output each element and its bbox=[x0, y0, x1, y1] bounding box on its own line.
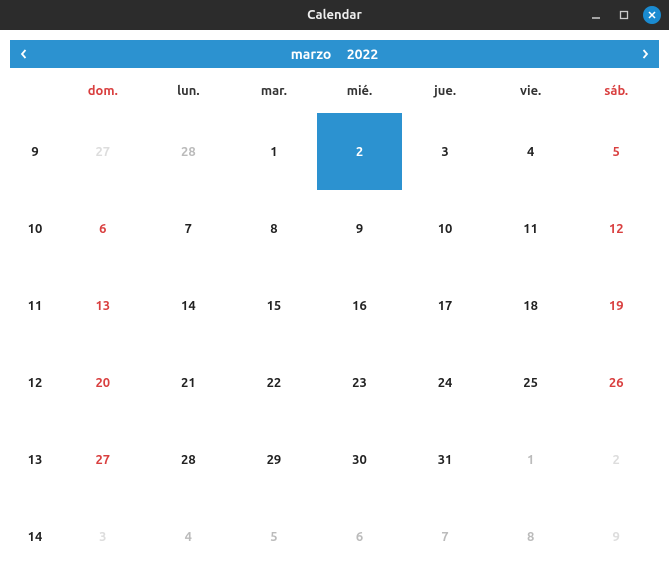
day-cell[interactable]: 8 bbox=[488, 498, 574, 575]
day-cell[interactable]: 29 bbox=[231, 421, 317, 498]
window-controls bbox=[587, 6, 669, 24]
maximize-button[interactable] bbox=[615, 6, 633, 24]
day-cell[interactable]: 9 bbox=[317, 190, 403, 267]
month-navigation-bar: marzo 2022 bbox=[10, 40, 659, 68]
day-cell[interactable]: 21 bbox=[146, 344, 232, 421]
titlebar: Calendar bbox=[0, 0, 669, 30]
window-title: Calendar bbox=[0, 8, 669, 22]
day-cell[interactable]: 10 bbox=[402, 190, 488, 267]
day-cell[interactable]: 3 bbox=[402, 113, 488, 190]
day-cell[interactable]: 26 bbox=[573, 344, 659, 421]
day-cell[interactable]: 7 bbox=[146, 190, 232, 267]
day-cell[interactable]: 15 bbox=[231, 267, 317, 344]
close-button[interactable] bbox=[643, 6, 661, 24]
day-cell[interactable]: 13 bbox=[60, 267, 146, 344]
day-cell[interactable]: 9 bbox=[573, 498, 659, 575]
day-cell[interactable]: 28 bbox=[146, 113, 232, 190]
calendar-content: marzo 2022 dom.lun.mar.mié.jue.vie.sáb.9… bbox=[0, 30, 669, 585]
week-number: 10 bbox=[10, 190, 60, 267]
year-number: 2022 bbox=[347, 46, 379, 62]
day-cell[interactable]: 1 bbox=[231, 113, 317, 190]
dow-header: mar. bbox=[231, 68, 317, 113]
day-cell[interactable]: 16 bbox=[317, 267, 403, 344]
day-cell[interactable]: 30 bbox=[317, 421, 403, 498]
day-cell[interactable]: 3 bbox=[60, 498, 146, 575]
day-cell[interactable]: 7 bbox=[402, 498, 488, 575]
week-number: 9 bbox=[10, 113, 60, 190]
dow-header: sáb. bbox=[573, 68, 659, 113]
calendar-grid: dom.lun.mar.mié.jue.vie.sáb.927281234510… bbox=[10, 68, 659, 575]
dow-header: jue. bbox=[402, 68, 488, 113]
day-cell[interactable]: 2 bbox=[573, 421, 659, 498]
day-cell[interactable]: 27 bbox=[60, 113, 146, 190]
month-year-label: marzo 2022 bbox=[10, 46, 659, 62]
day-cell[interactable]: 12 bbox=[573, 190, 659, 267]
grid-corner bbox=[10, 68, 60, 113]
minimize-button[interactable] bbox=[587, 6, 605, 24]
week-number: 13 bbox=[10, 421, 60, 498]
day-cell[interactable]: 5 bbox=[573, 113, 659, 190]
day-cell[interactable]: 27 bbox=[60, 421, 146, 498]
day-cell[interactable]: 6 bbox=[317, 498, 403, 575]
day-cell[interactable]: 6 bbox=[60, 190, 146, 267]
calendar-window: Calendar marzo 2022 bbox=[0, 0, 669, 585]
day-cell[interactable]: 31 bbox=[402, 421, 488, 498]
week-number: 14 bbox=[10, 498, 60, 575]
day-cell[interactable]: 4 bbox=[146, 498, 232, 575]
day-cell[interactable]: 14 bbox=[146, 267, 232, 344]
day-cell[interactable]: 2 bbox=[317, 113, 403, 190]
week-number: 12 bbox=[10, 344, 60, 421]
day-cell[interactable]: 17 bbox=[402, 267, 488, 344]
chevron-left-icon bbox=[19, 49, 29, 59]
month-name: marzo bbox=[291, 46, 332, 62]
day-cell[interactable]: 22 bbox=[231, 344, 317, 421]
day-cell[interactable]: 8 bbox=[231, 190, 317, 267]
dow-header: vie. bbox=[488, 68, 574, 113]
day-cell[interactable]: 1 bbox=[488, 421, 574, 498]
next-month-button[interactable] bbox=[631, 46, 659, 62]
day-cell[interactable]: 5 bbox=[231, 498, 317, 575]
day-cell[interactable]: 25 bbox=[488, 344, 574, 421]
chevron-right-icon bbox=[640, 49, 650, 59]
day-cell[interactable]: 11 bbox=[488, 190, 574, 267]
day-cell[interactable]: 23 bbox=[317, 344, 403, 421]
day-cell[interactable]: 4 bbox=[488, 113, 574, 190]
dow-header: dom. bbox=[60, 68, 146, 113]
day-cell[interactable]: 28 bbox=[146, 421, 232, 498]
day-cell[interactable]: 20 bbox=[60, 344, 146, 421]
minimize-icon bbox=[591, 10, 601, 20]
prev-month-button[interactable] bbox=[10, 46, 38, 62]
close-icon bbox=[647, 10, 657, 20]
day-cell[interactable]: 19 bbox=[573, 267, 659, 344]
dow-header: lun. bbox=[146, 68, 232, 113]
day-cell[interactable]: 24 bbox=[402, 344, 488, 421]
week-number: 11 bbox=[10, 267, 60, 344]
maximize-icon bbox=[619, 10, 629, 20]
dow-header: mié. bbox=[317, 68, 403, 113]
day-cell[interactable]: 18 bbox=[488, 267, 574, 344]
